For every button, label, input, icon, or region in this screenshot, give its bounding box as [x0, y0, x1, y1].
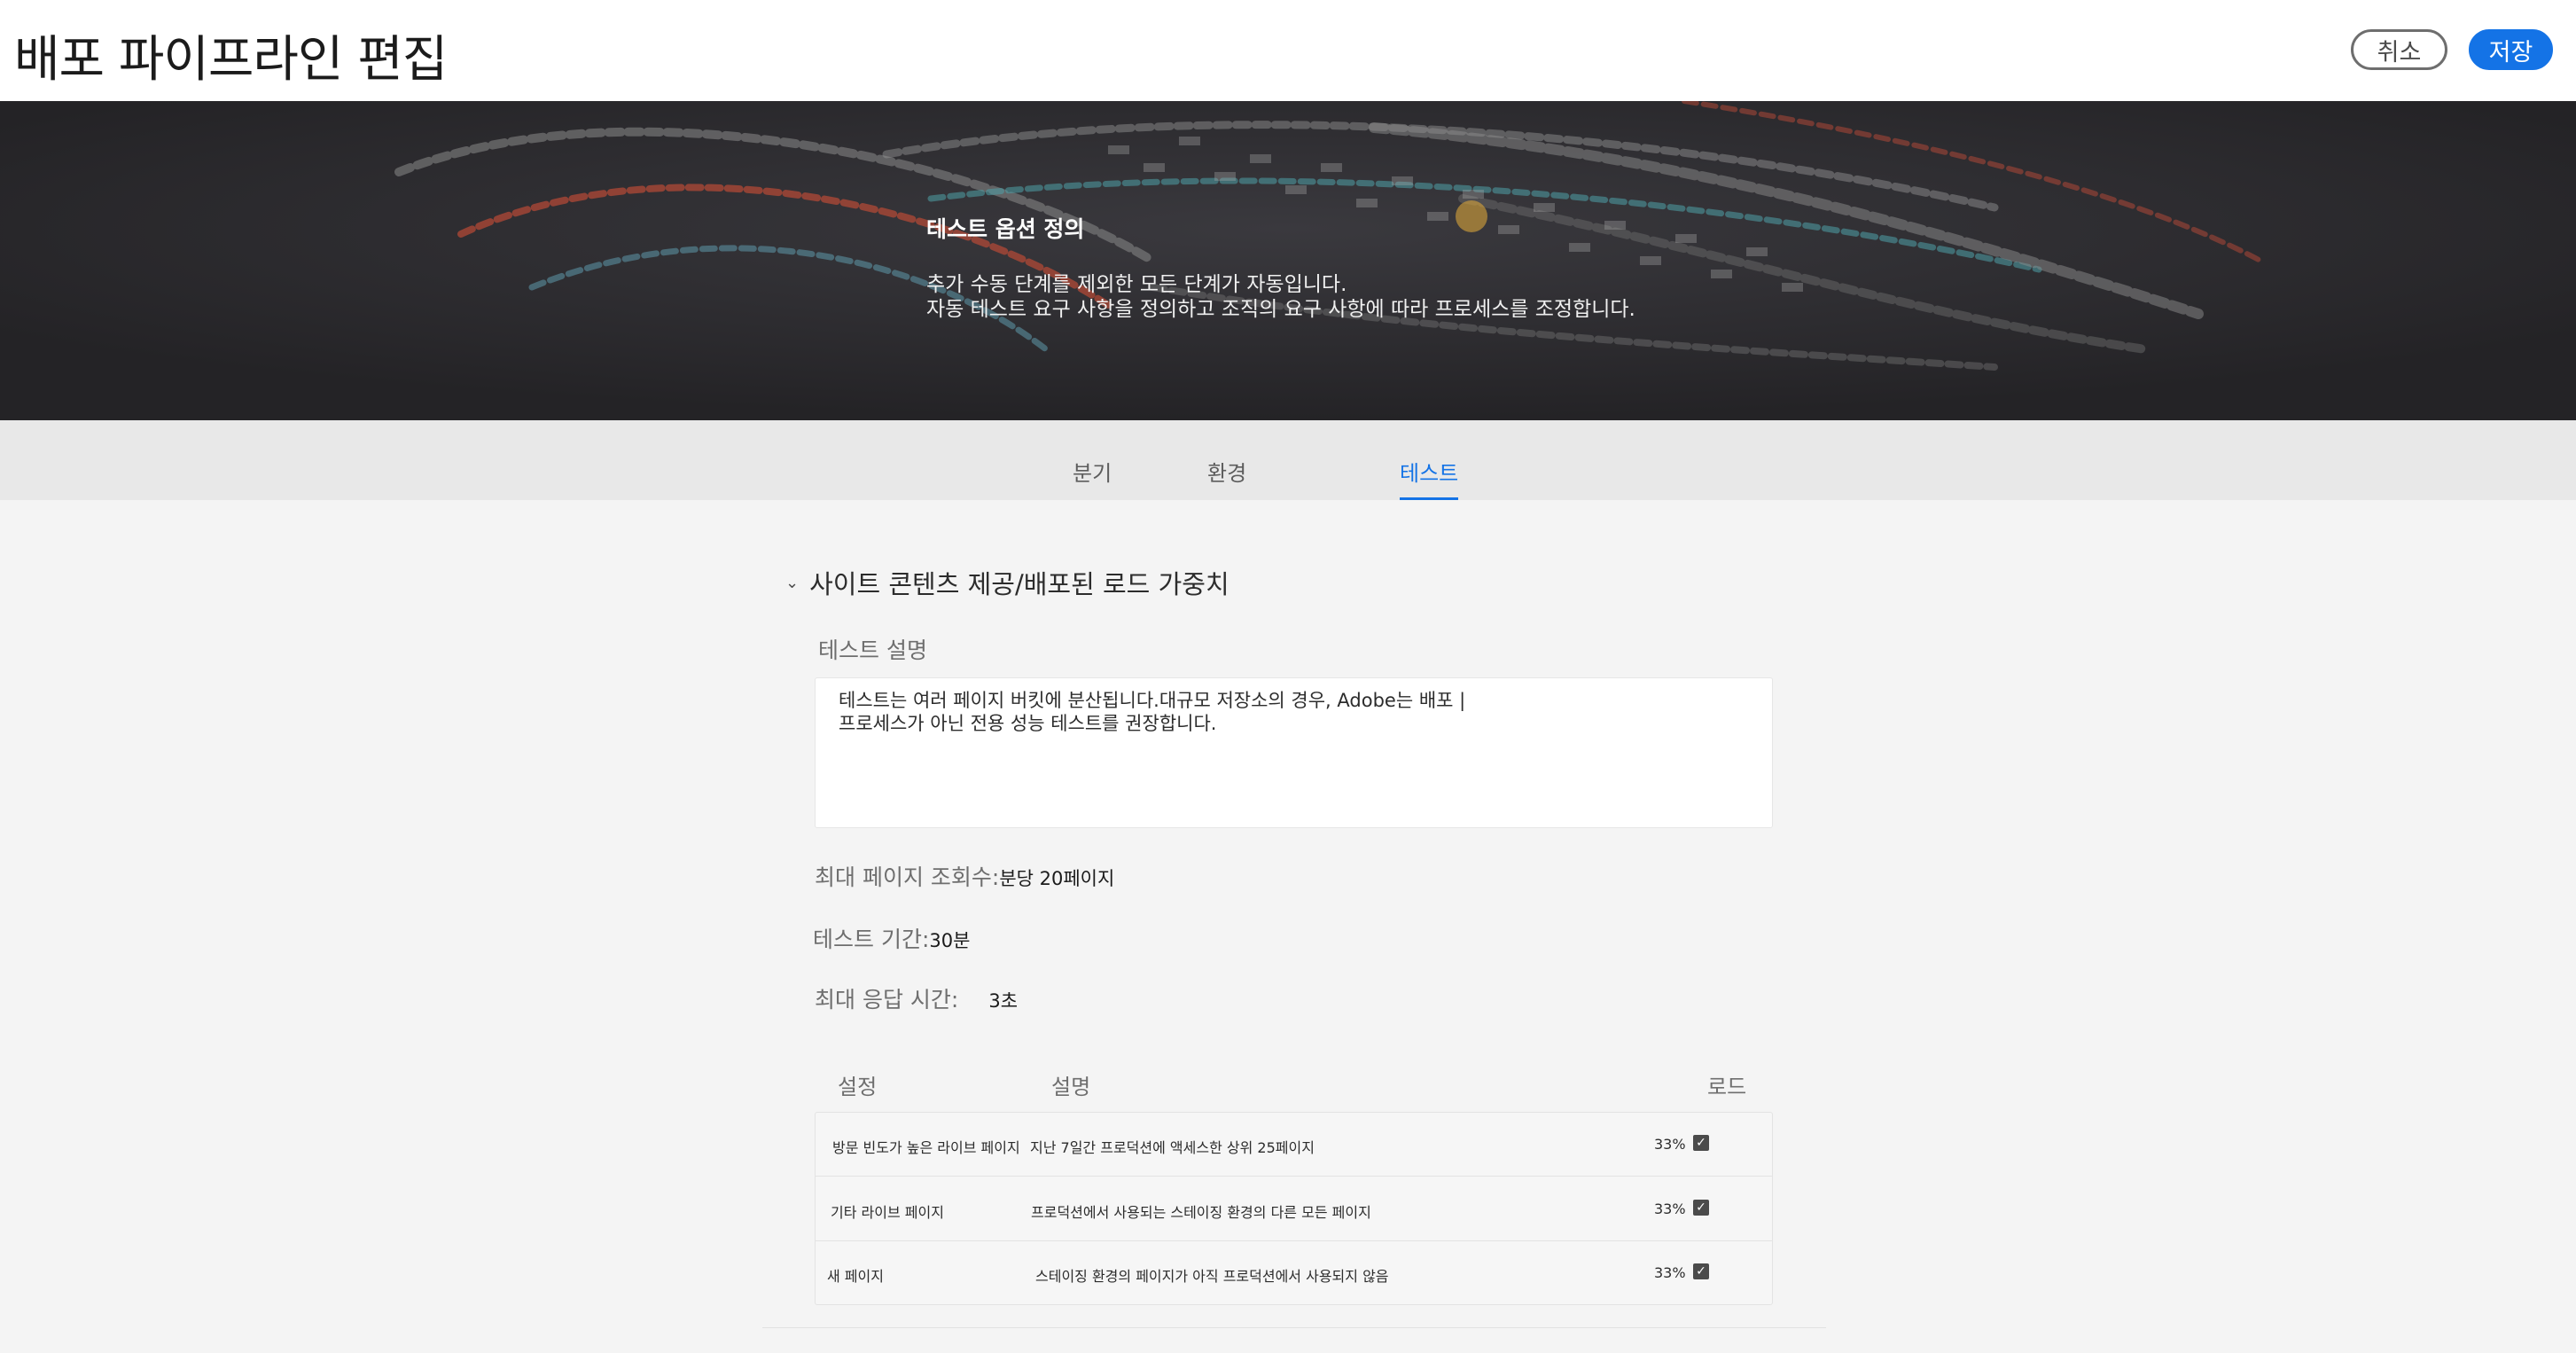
tab-bar: 분기 환경 테스트	[0, 420, 2576, 500]
row-description: 지난 7일간 프로덕션에 액세스한 상위 25페이지	[1030, 1139, 1315, 1156]
column-header-description: 설명	[1051, 1075, 1091, 1099]
row-description: 스테이징 환경의 페이지가 아직 프로덕션에서 사용되지 않음	[1035, 1268, 1389, 1285]
row-description: 프로덕션에서 사용되는 스테이징 환경의 다른 모든 페이지	[1031, 1204, 1371, 1221]
tab-test-label: 테스트	[1400, 461, 1459, 486]
chevron-down-icon: ⌄	[785, 573, 800, 592]
page-title: 배포 파이프라인 편집	[14, 31, 448, 89]
tab-branch-label: 분기	[1073, 461, 1112, 486]
banner-line-2: 자동 테스트 요구 사항을 정의하고 조직의 요구 사항에 따라 프로세스를 조…	[926, 298, 1635, 321]
load-table: 방문 빈도가 높은 라이브 페이지 지난 7일간 프로덕션에 액세스한 상위 2…	[815, 1112, 1773, 1305]
max-pageviews: 최대 페이지 조회수: 분당 20페이지	[815, 860, 1114, 892]
table-row: 기타 라이브 페이지 프로덕션에서 사용되는 스테이징 환경의 다른 모든 페이…	[816, 1177, 1772, 1241]
row-setting: 기타 라이브 페이지	[831, 1204, 944, 1221]
tab-test[interactable]: 테스트	[1400, 420, 1459, 500]
column-header-load: 로드	[1707, 1075, 1747, 1099]
banner-heading: 테스트 옵션 정의	[926, 216, 1085, 242]
section-toggle[interactable]: ⌄ 사이트 콘텐츠 제공/배포된 로드 가중치	[785, 564, 1229, 601]
cancel-button[interactable]: 취소	[2351, 29, 2447, 70]
row-load: 33%	[1654, 1136, 1686, 1153]
tab-branch[interactable]: 분기	[1073, 420, 1112, 500]
max-pageviews-label: 최대 페이지 조회수:	[815, 864, 1000, 890]
test-description-line-1: 테스트는 여러 페이지 버킷에 분산됩니다.대규모 저장소의 경우, Adobe…	[839, 690, 1466, 711]
row-load: 33%	[1654, 1264, 1686, 1281]
tab-environment[interactable]: 환경	[1207, 420, 1246, 500]
test-description-label: 테스트 설명	[818, 637, 927, 663]
save-button[interactable]: 저장	[2469, 29, 2553, 70]
top-bar: 배포 파이프라인 편집 취소 저장	[0, 0, 2576, 101]
hero-banner: 테스트 옵션 정의 추가 수동 단계를 제외한 모든 단계가 자동입니다. 자동…	[0, 101, 2576, 420]
banner-line-1: 추가 수동 단계를 제외한 모든 단계가 자동입니다.	[926, 273, 1347, 296]
test-description-line-2: 프로세스가 아닌 전용 성능 테스트를 권장합니다.	[839, 713, 1217, 734]
row-checkbox[interactable]: ✓	[1693, 1263, 1709, 1279]
row-checkbox[interactable]: ✓	[1693, 1200, 1709, 1216]
max-response-time: 최대 응답 시간: 3초	[815, 982, 1018, 1014]
section-divider	[762, 1327, 1826, 1328]
max-response-label: 최대 응답 시간:	[815, 987, 959, 1013]
test-duration-value: 30분	[929, 930, 971, 951]
test-duration-label: 테스트 기간:	[813, 927, 930, 952]
column-header-setting: 설정	[838, 1075, 878, 1099]
section-title: 사이트 콘텐츠 제공/배포된 로드 가중치	[809, 569, 1229, 599]
test-description-textarea[interactable]: 테스트는 여러 페이지 버킷에 분산됩니다.대규모 저장소의 경우, Adobe…	[815, 677, 1773, 828]
max-response-value: 3초	[988, 990, 1019, 1012]
row-checkbox[interactable]: ✓	[1693, 1135, 1709, 1151]
table-row: 방문 빈도가 높은 라이브 페이지 지난 7일간 프로덕션에 액세스한 상위 2…	[816, 1113, 1772, 1177]
row-setting: 새 페이지	[827, 1268, 884, 1285]
main-content: ⌄ 사이트 콘텐츠 제공/배포된 로드 가중치 테스트 설명 테스트는 여러 페…	[0, 500, 2576, 1353]
banner-text: 테스트 옵션 정의 추가 수동 단계를 제외한 모든 단계가 자동입니다. 자동…	[926, 212, 1635, 322]
tab-environment-label: 환경	[1207, 461, 1247, 486]
table-row: 새 페이지 스테이징 환경의 페이지가 아직 프로덕션에서 사용되지 않음 33…	[816, 1241, 1772, 1305]
test-duration: 테스트 기간: 30분	[813, 922, 970, 954]
row-load: 33%	[1654, 1200, 1686, 1217]
max-pageviews-value: 분당 20페이지	[999, 868, 1115, 889]
row-setting: 방문 빈도가 높은 라이브 페이지	[832, 1139, 1020, 1156]
